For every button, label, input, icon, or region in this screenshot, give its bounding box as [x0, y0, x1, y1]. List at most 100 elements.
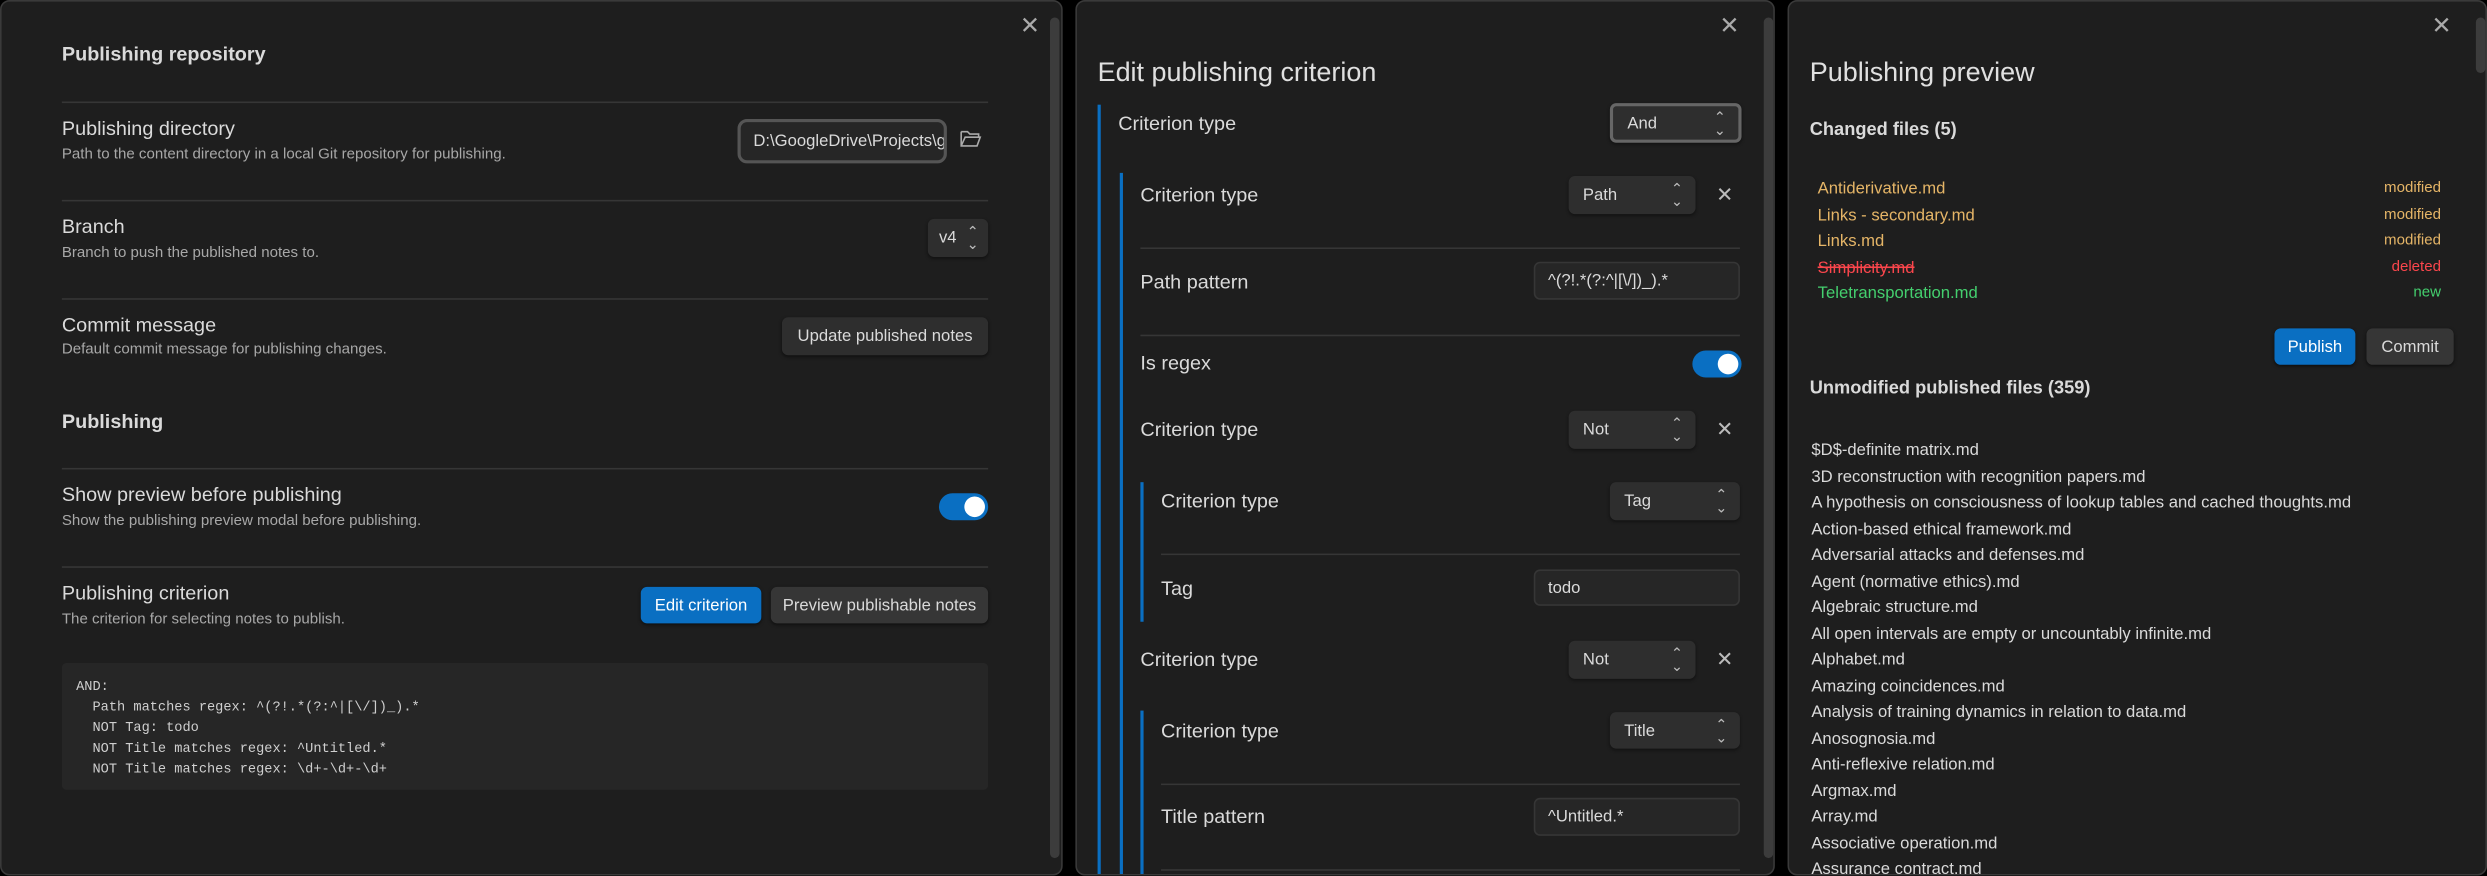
unmodified-file[interactable]: Analysis of training dynamics in relatio…	[1811, 701, 2186, 723]
is-regex-label: Is regex	[1140, 352, 1211, 375]
criterion-type-label: Criterion type	[1140, 418, 1259, 441]
publish-button[interactable]: Publish	[2274, 328, 2356, 365]
close-icon[interactable]: ✕	[1719, 13, 1739, 39]
changed-file-status: new	[2413, 283, 2442, 302]
unmodified-file[interactable]: $D$-definite matrix.md	[1811, 439, 1979, 461]
unmodified-file[interactable]: Action-based ethical framework.md	[1811, 518, 2071, 540]
criterion-type-label: Criterion type	[1140, 183, 1259, 207]
divider	[1161, 869, 1740, 871]
section-heading-repository: Publishing repository	[61, 42, 266, 66]
criterion-summary-line: Path matches regex: ^(?!.*(?:^|[\/])_).*	[76, 699, 420, 716]
changed-file-name[interactable]: Teletransportation.md	[1818, 282, 1978, 304]
criterion-summary-line: AND:	[76, 678, 109, 695]
criterion-type-label: Criterion type	[1161, 720, 1279, 743]
select-value: Path	[1582, 185, 1618, 205]
chevron-updown-icon: ⌃ ⌄	[1713, 108, 1726, 138]
divider	[61, 467, 989, 470]
path-pattern-input[interactable]: ^(?!.*(?:^|[\/])_).*	[1533, 261, 1740, 300]
is-regex-toggle[interactable]	[1692, 350, 1742, 378]
remove-criterion-icon[interactable]: ✕	[1716, 183, 1733, 206]
changed-files-heading: Changed files (5)	[1809, 120, 1957, 140]
remove-criterion-icon[interactable]: ✕	[1716, 418, 1733, 441]
setting-desc: Branch to push the published notes to.	[61, 244, 320, 262]
commit-button[interactable]: Commit	[2366, 328, 2454, 365]
divider	[61, 566, 989, 568]
chevron-updown-icon: ⌃ ⌄	[1715, 716, 1728, 745]
criterion-type-select[interactable]: Not ⌃ ⌄	[1568, 410, 1696, 449]
root-criterion-type-select[interactable]: And ⌃ ⌄	[1609, 103, 1742, 143]
changed-file-name[interactable]: Antiderivative.md	[1818, 178, 1946, 200]
criterion-type-select[interactable]: Not ⌃ ⌄	[1568, 640, 1696, 679]
remove-criterion-icon[interactable]: ✕	[1716, 648, 1733, 671]
unmodified-file[interactable]: Assurance contract.md	[1811, 858, 1981, 874]
unmodified-file[interactable]: Anosognosia.md	[1811, 727, 1935, 749]
branch-select[interactable]: v4 ⌃ ⌄	[927, 218, 989, 257]
folder-icon[interactable]	[960, 128, 982, 157]
criterion-type-select[interactable]: Title ⌃ ⌄	[1609, 712, 1740, 749]
criterion-summary-line: NOT Title matches regex: \d+-\d+-\d+	[76, 761, 387, 778]
criterion-type-select[interactable]: Tag ⌃ ⌄	[1609, 482, 1740, 521]
changed-file-name[interactable]: Links - secondary.md	[1818, 204, 1975, 226]
nesting-bar	[1119, 172, 1123, 874]
chevron-updown-icon: ⌃ ⌄	[1670, 415, 1683, 445]
chevron-updown-icon: ⌃ ⌄	[1670, 645, 1683, 675]
unmodified-file[interactable]: Amazing coincidences.md	[1811, 675, 2004, 697]
unmodified-files-heading: Unmodified published files (359)	[1809, 379, 2091, 399]
divider	[61, 298, 989, 300]
setting-title: Commit message	[61, 314, 217, 337]
tag-input[interactable]: todo	[1533, 569, 1740, 606]
setting-desc: The criterion for selecting notes to pub…	[61, 610, 345, 629]
setting-title: Publishing directory	[61, 117, 235, 140]
scrollbar[interactable]	[1763, 17, 1774, 859]
changed-file-name[interactable]: Simplicity.md	[1818, 256, 1915, 278]
close-icon[interactable]: ✕	[1020, 13, 1040, 39]
scrollbar[interactable]	[2475, 17, 2486, 73]
unmodified-file[interactable]: All open intervals are empty or uncounta…	[1811, 623, 2211, 645]
section-heading-publishing: Publishing	[61, 410, 164, 434]
scrollbar[interactable]	[1049, 17, 1060, 859]
select-value: Tag	[1624, 491, 1652, 511]
settings-panel: ✕ Publishing repository Publishing direc…	[0, 0, 1063, 876]
title-pattern-label: Title pattern	[1161, 805, 1265, 828]
unmodified-file[interactable]: Anti-reflexive relation.md	[1811, 753, 1994, 775]
criterion-type-label: Criterion type	[1161, 490, 1279, 513]
divider	[1140, 247, 1740, 250]
criterion-summary-line: NOT Title matches regex: ^Untitled.*	[76, 740, 387, 757]
setting-desc: Show the publishing preview modal before…	[61, 512, 422, 530]
changed-file-name[interactable]: Links.md	[1818, 230, 1885, 252]
modal-title: Publishing preview	[1809, 57, 2035, 88]
chevron-updown-icon: ⌃ ⌄	[1715, 486, 1728, 516]
unmodified-file[interactable]: Adversarial attacks and defenses.md	[1811, 544, 2084, 566]
unmodified-file[interactable]: Agent (normative ethics).md	[1811, 570, 2019, 592]
unmodified-file[interactable]: Array.md	[1811, 806, 1877, 828]
unmodified-file[interactable]: Algebraic structure.md	[1811, 596, 1978, 618]
directory-input[interactable]: D:\GoogleDrive\Projects\g	[737, 118, 947, 164]
show-preview-toggle[interactable]	[938, 493, 989, 521]
title-pattern-input[interactable]: ^Untitled.*	[1533, 797, 1740, 836]
setting-desc: Path to the content directory in a local…	[61, 145, 506, 164]
changed-file-status: modified	[2384, 205, 2442, 223]
unmodified-file[interactable]: Argmax.md	[1811, 780, 1896, 802]
setting-title: Publishing criterion	[61, 582, 230, 605]
nesting-bar	[1140, 482, 1144, 622]
unmodified-file[interactable]: 3D reconstruction with recognition paper…	[1811, 466, 2145, 488]
divider	[61, 101, 989, 104]
unmodified-file[interactable]: A hypothesis on consciousness of lookup …	[1811, 492, 2351, 514]
divider	[61, 199, 989, 202]
tag-label: Tag	[1161, 577, 1193, 600]
close-icon[interactable]: ✕	[2431, 13, 2451, 39]
unmodified-file[interactable]: Associative operation.md	[1811, 832, 1997, 854]
divider	[1140, 334, 1740, 337]
criterion-type-select[interactable]: Path ⌃ ⌄	[1568, 176, 1696, 215]
select-value: And	[1627, 113, 1657, 133]
changed-file-status: deleted	[2391, 257, 2442, 276]
commit-message-button[interactable]: Update published notes	[781, 317, 989, 356]
setting-title: Show preview before publishing	[61, 483, 342, 506]
edit-criterion-button[interactable]: Edit criterion	[640, 586, 762, 624]
preview-publishable-button[interactable]: Preview publishable notes	[770, 586, 989, 624]
select-value: Title	[1624, 720, 1656, 740]
unmodified-file[interactable]: Alphabet.md	[1811, 649, 1905, 671]
select-value: Not	[1582, 420, 1609, 440]
setting-title: Branch	[61, 215, 125, 238]
select-value: Not	[1582, 650, 1609, 670]
